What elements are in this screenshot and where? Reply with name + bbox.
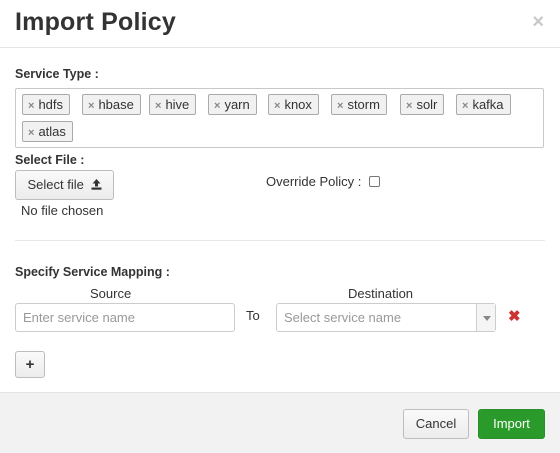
chevron-down-icon[interactable]: [476, 304, 495, 331]
tag-label: atlas: [38, 124, 66, 139]
service-tag-storm[interactable]: × storm: [331, 94, 387, 115]
destination-column-header: Destination: [348, 286, 414, 301]
tag-label: hdfs: [38, 97, 64, 112]
override-policy-label: Override Policy :: [266, 174, 362, 189]
remove-tag-icon[interactable]: ×: [406, 100, 412, 112]
service-tag-knox[interactable]: × knox: [268, 94, 319, 115]
remove-tag-icon[interactable]: ×: [88, 100, 94, 112]
upload-icon: [91, 179, 101, 190]
destination-select-value: Select service name: [284, 310, 402, 325]
remove-tag-icon[interactable]: ×: [214, 100, 220, 112]
source-service-input[interactable]: Enter service name: [15, 303, 235, 332]
tag-label: solr: [416, 97, 438, 112]
service-tag-kafka[interactable]: × kafka: [456, 94, 511, 115]
close-icon[interactable]: ×: [532, 12, 544, 32]
tag-label: yarn: [224, 97, 250, 112]
select-file-button-label: Select file: [27, 177, 84, 192]
remove-tag-icon[interactable]: ×: [274, 100, 280, 112]
dialog-footer: Cancel Import: [0, 392, 560, 453]
remove-tag-icon[interactable]: ×: [337, 100, 343, 112]
dialog-header: Import Policy ×: [0, 0, 560, 48]
service-tag-hbase[interactable]: × hbase: [82, 94, 141, 115]
dialog-title: Import Policy: [15, 8, 176, 36]
tag-label: storm: [347, 97, 380, 112]
service-tag-atlas[interactable]: × atlas: [22, 121, 73, 142]
destination-service-select[interactable]: Select service name: [276, 303, 496, 332]
select-file-button[interactable]: Select file: [15, 170, 114, 200]
remove-mapping-icon[interactable]: ✖: [508, 307, 521, 325]
add-mapping-button[interactable]: +: [15, 351, 45, 378]
tag-label: hbase: [98, 97, 134, 112]
cancel-button[interactable]: Cancel: [403, 409, 469, 439]
source-column-header: Source: [90, 286, 132, 301]
to-label: To: [246, 308, 260, 323]
tag-label: kafka: [472, 97, 504, 112]
tag-label: knox: [284, 97, 312, 112]
service-type-tag-input[interactable]: × hdfs × hbase × hive × yarn × knox × storm × s…: [15, 88, 544, 148]
remove-tag-icon[interactable]: ×: [155, 100, 161, 112]
remove-tag-icon[interactable]: ×: [28, 100, 34, 112]
override-policy-checkbox[interactable]: [369, 176, 380, 187]
service-tag-solr[interactable]: × solr: [400, 94, 445, 115]
import-policy-dialog: Import Policy × Service Type : × hdfs × hb…: [0, 0, 560, 453]
remove-tag-icon[interactable]: ×: [462, 100, 468, 112]
service-tag-hdfs[interactable]: × hdfs: [22, 94, 71, 115]
service-tag-hive[interactable]: × hive: [149, 94, 197, 115]
service-type-label: Service Type :: [15, 67, 99, 81]
import-button[interactable]: Import: [478, 409, 545, 439]
service-mapping-label: Specify Service Mapping :: [15, 265, 170, 279]
section-divider: [15, 240, 545, 241]
file-status-text: No file chosen: [21, 203, 104, 218]
service-tag-yarn[interactable]: × yarn: [208, 94, 257, 115]
tag-label: hive: [165, 97, 190, 112]
select-file-label: Select File :: [15, 153, 85, 167]
remove-tag-icon[interactable]: ×: [28, 127, 34, 139]
